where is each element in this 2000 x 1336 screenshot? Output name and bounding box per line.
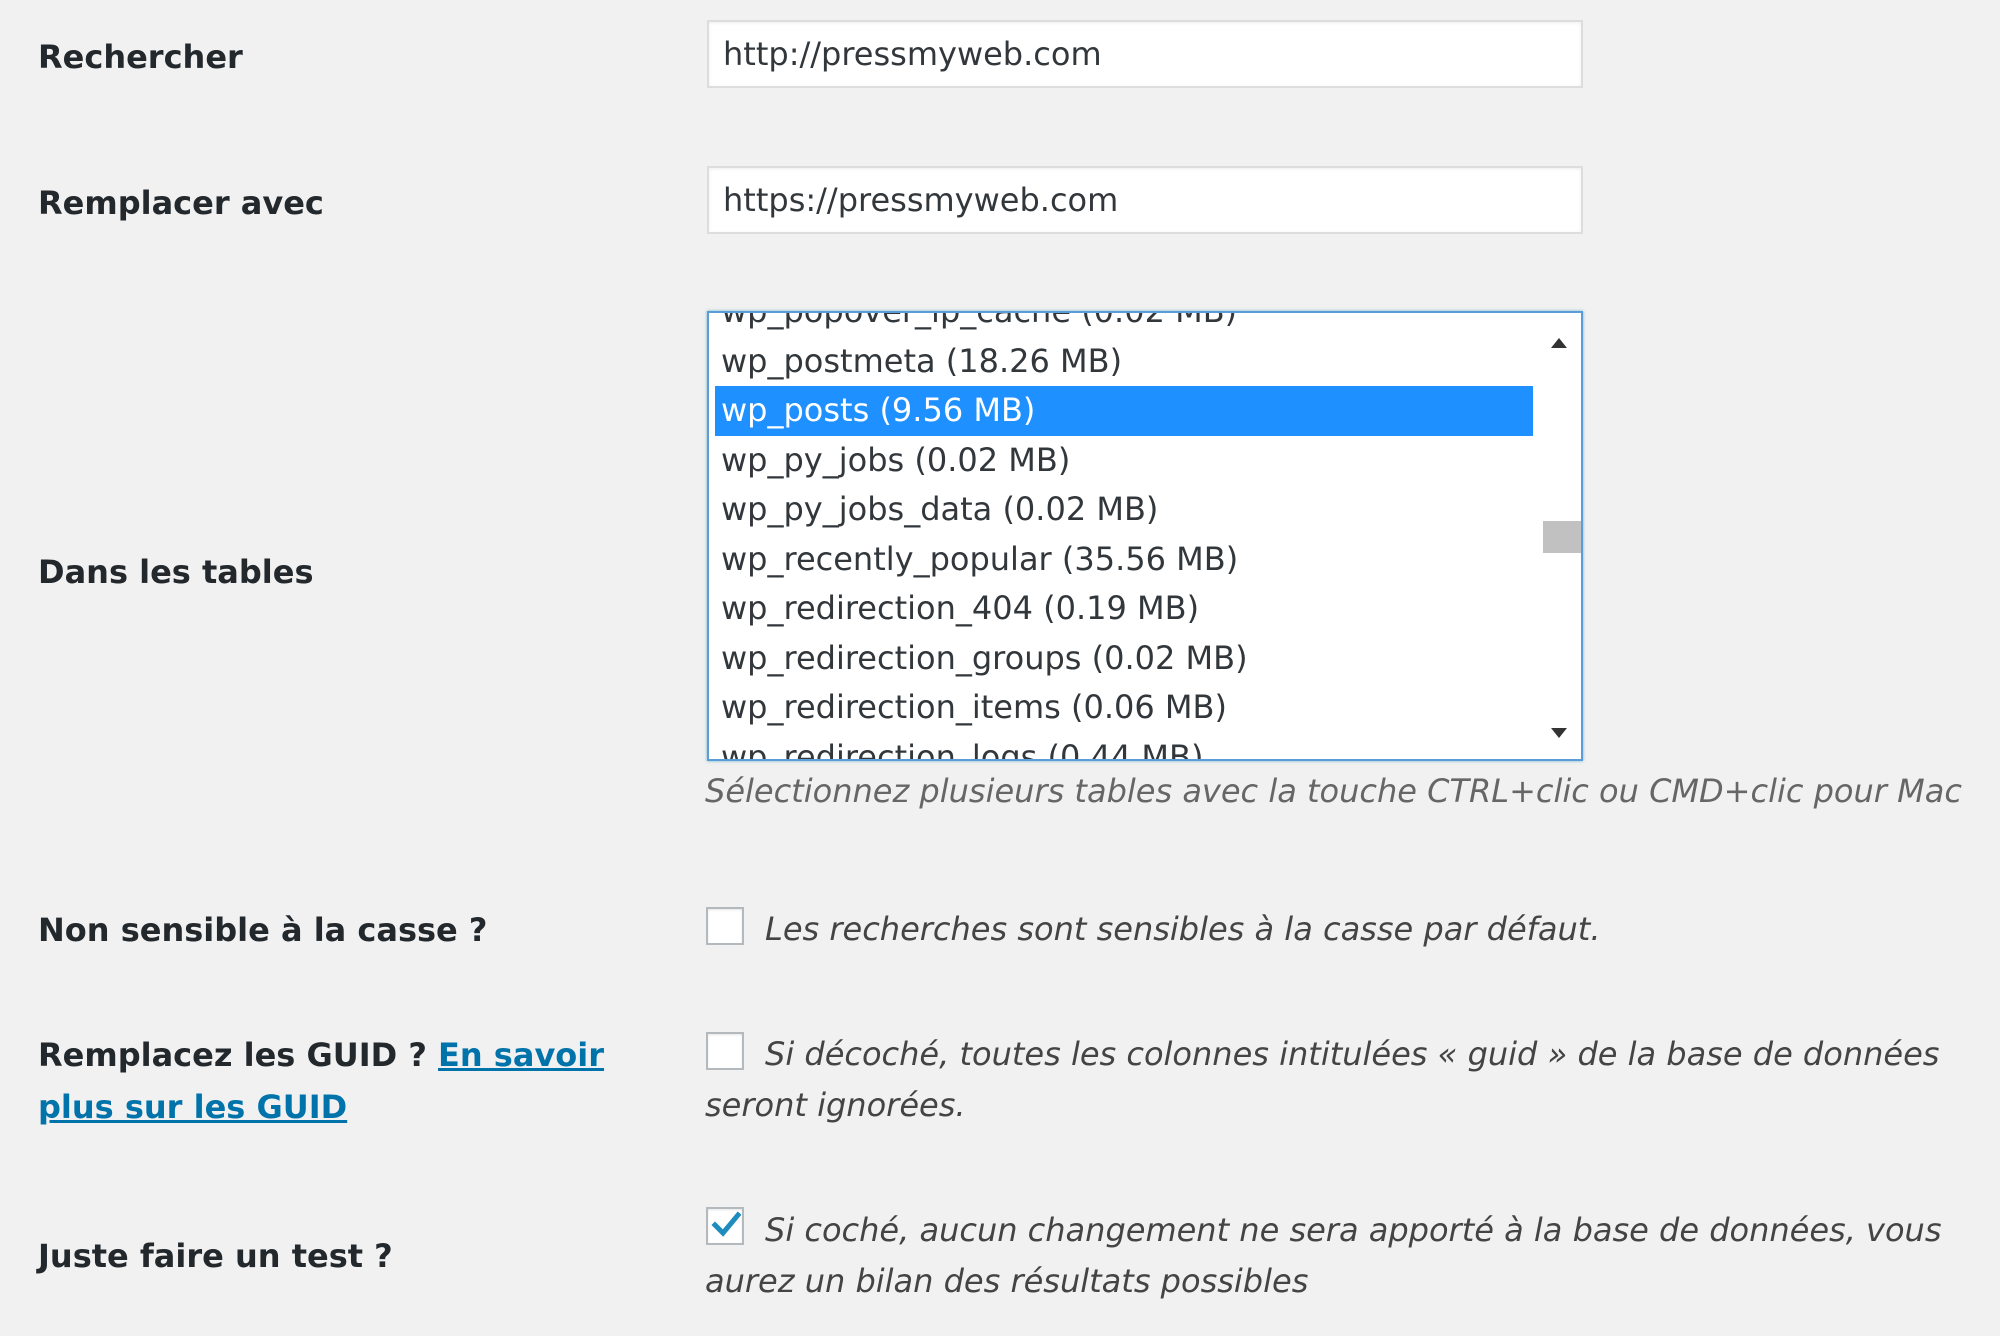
- scroll-down-arrow-icon[interactable]: [1537, 711, 1581, 755]
- table-option[interactable]: wp_postmeta (18.26 MB): [715, 337, 1533, 387]
- scrollbar-thumb[interactable]: [1543, 521, 1581, 553]
- replace-input[interactable]: [707, 166, 1583, 234]
- table-option[interactable]: wp_py_jobs (0.02 MB): [715, 436, 1533, 486]
- tables-listbox[interactable]: wp_popover_ip_cache (0.02 MB) wp_postmet…: [707, 311, 1583, 761]
- guid-label: Remplacez les GUID ?: [38, 1036, 427, 1074]
- scroll-up-arrow-icon[interactable]: [1537, 321, 1581, 365]
- tables-hint: Sélectionnez plusieurs tables avec la to…: [705, 772, 1962, 810]
- table-option[interactable]: wp_redirection_groups (0.02 MB): [715, 634, 1533, 684]
- listbox-scrollbar[interactable]: [1537, 313, 1581, 759]
- table-option[interactable]: wp_py_jobs_data (0.02 MB): [715, 485, 1533, 535]
- table-option[interactable]: wp_redirection_items (0.06 MB): [715, 683, 1533, 733]
- guid-description: Si décoché, toutes les colonnes intitulé…: [705, 1035, 1940, 1124]
- table-option[interactable]: wp_popover_ip_cache (0.02 MB): [715, 313, 1533, 337]
- replace-label: Remplacer avec: [38, 184, 324, 222]
- table-option[interactable]: wp_recently_popular (35.56 MB): [715, 535, 1533, 585]
- table-option[interactable]: wp_redirection_404 (0.19 MB): [715, 584, 1533, 634]
- tables-label: Dans les tables: [38, 553, 314, 591]
- search-label: Rechercher: [38, 38, 243, 76]
- search-replace-form: Rechercher Remplacer avec Dans les table…: [0, 0, 2000, 1336]
- table-option[interactable]: wp_redirection_logs (0.44 MB): [715, 733, 1533, 760]
- case-insensitive-description: Les recherches sont sensibles à la casse…: [765, 910, 1601, 948]
- dry-run-label: Juste faire un test ?: [38, 1237, 393, 1275]
- search-input[interactable]: [707, 20, 1583, 88]
- tables-list-viewport: wp_popover_ip_cache (0.02 MB) wp_postmet…: [715, 313, 1533, 759]
- guid-label-block: Remplacez les GUID ? En savoir plus sur …: [38, 1029, 658, 1133]
- dry-run-description: Si coché, aucun changement ne sera appor…: [705, 1211, 1942, 1300]
- tables-list: wp_popover_ip_cache (0.02 MB) wp_postmet…: [715, 313, 1533, 759]
- table-option-selected[interactable]: wp_posts (9.56 MB): [715, 386, 1533, 436]
- case-insensitive-label: Non sensible à la casse ?: [38, 911, 488, 949]
